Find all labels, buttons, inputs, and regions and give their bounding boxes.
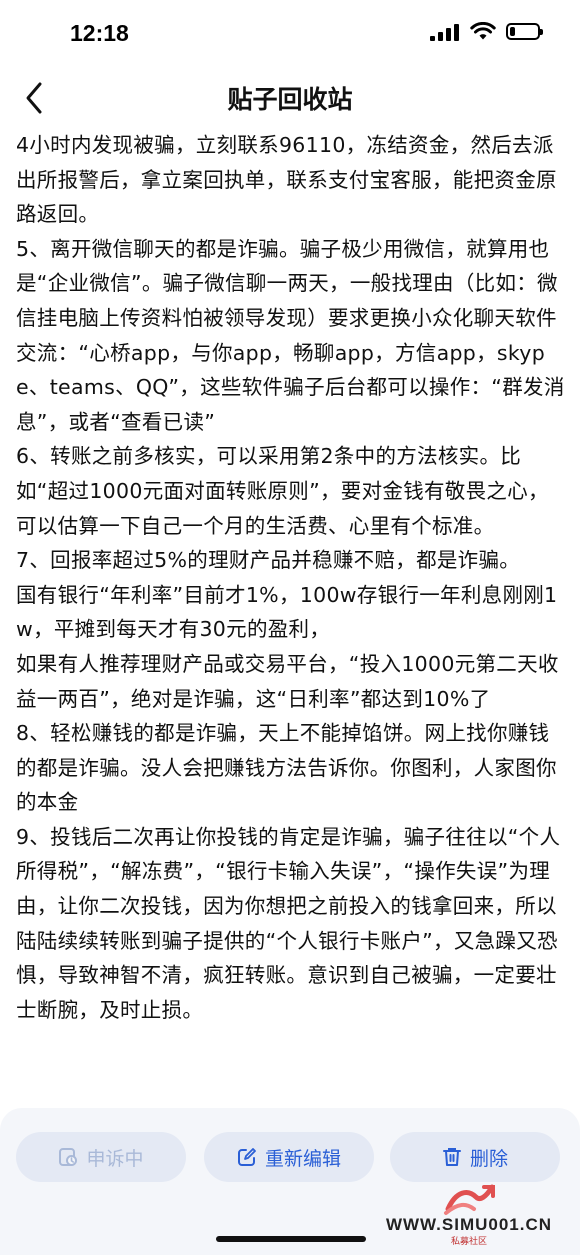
reedit-button-label: 重新编辑 <box>264 1147 341 1170</box>
home-indicator <box>216 1236 366 1242</box>
delete-button[interactable]: 删除 <box>390 1132 560 1182</box>
paragraph: 6、转账之前多核实，可以采用第2条中的方法核实。比如“超过1000元面对面转账原… <box>16 444 549 538</box>
post-content: 4小时内发现被骗，立刻联系96110，冻结资金，然后去派出所报警后，拿立案回执单… <box>16 128 568 1027</box>
nav-bar: 贴子回收站 <box>0 70 580 128</box>
status-time: 12:18 <box>70 20 129 46</box>
status-bar: 12:18 <box>0 0 580 70</box>
paragraph: 4小时内发现被骗，立刻联系96110，冻结资金，然后去派出所报警后，拿立案回执单… <box>16 133 557 227</box>
watermark-logo-icon <box>444 1184 495 1215</box>
paragraph: 8、轻松赚钱的都是诈骗，天上不能掉馅饼。网上找你赚钱的都是诈骗。没人会把赚钱方法… <box>16 721 557 815</box>
wifi-icon <box>470 22 496 40</box>
watermark-url: WWW.SIMU001.CN <box>385 1215 553 1234</box>
trash-icon <box>442 1148 461 1166</box>
paragraph: 5、离开微信聊天的都是诈骗。骗子极少用微信，就算用也是“企业微信”。骗子微信聊一… <box>16 236 565 434</box>
page-title: 贴子回收站 <box>227 85 353 114</box>
delete-button-label: 删除 <box>469 1147 508 1170</box>
watermark-subtitle: 私募社区 <box>450 1237 487 1247</box>
edit-icon <box>237 1148 256 1166</box>
appeal-button-label: 申诉中 <box>86 1147 144 1170</box>
appeal-button[interactable]: 申诉中 <box>16 1132 186 1182</box>
appeal-icon <box>59 1148 78 1166</box>
paragraph: 9、投钱后二次再让你投钱的肯定是诈骗，骗子往往以“个人所得税”，“解冻费”，“银… <box>16 824 561 1022</box>
paragraph: 国有银行“年利率”目前才1%，100w存银行一年利息刚刚1w，平摊到每天才有30… <box>16 582 558 642</box>
bottom-action-bar: 申诉中 重新编辑 删除 WWW.SIMU001.CN 私募社区 <box>0 1108 580 1255</box>
paragraph: 7、回报率超过5%的理财产品并稳赚不赔，都是诈骗。 <box>16 548 521 573</box>
battery-fill <box>510 27 516 36</box>
reedit-button[interactable]: 重新编辑 <box>204 1132 374 1182</box>
battery-icon <box>506 23 543 40</box>
signal-icon <box>430 23 460 41</box>
status-icons <box>430 22 543 41</box>
paragraph: 如果有人推荐理财产品或交易平台，“投入1000元第二天收益一两百”，绝对是诈骗，… <box>16 651 559 711</box>
watermark: WWW.SIMU001.CN 私募社区 <box>364 1183 574 1247</box>
